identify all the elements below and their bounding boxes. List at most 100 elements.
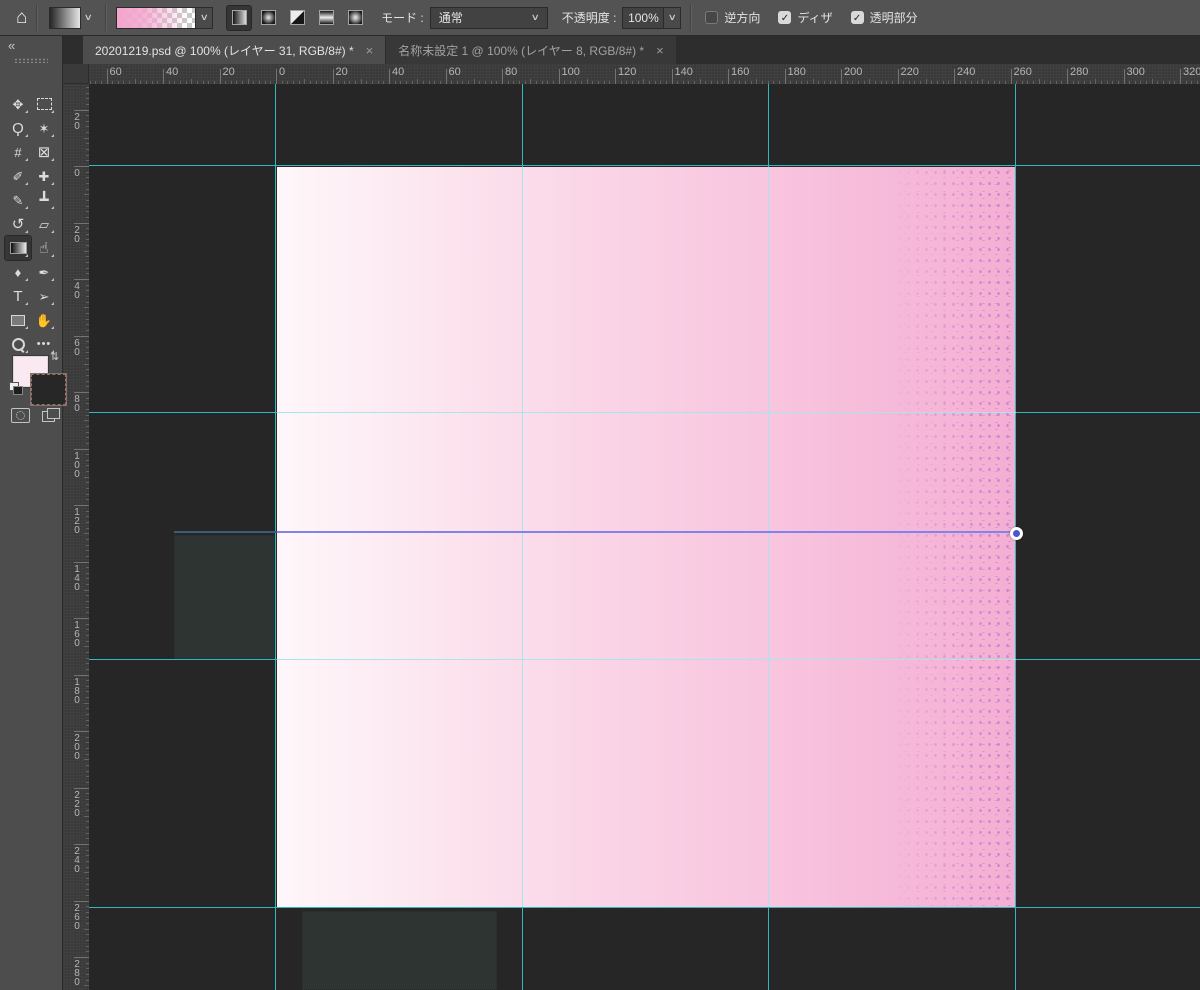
panel-drag-handle[interactable]: [14, 58, 48, 63]
quick-mask-icon[interactable]: [11, 408, 30, 423]
crop-tool[interactable]: #: [5, 140, 31, 164]
history-brush-tool-icon: ↺: [11, 215, 25, 233]
diamond-gradient-button[interactable]: [343, 6, 367, 30]
reverse-checkbox[interactable]: 逆方向: [705, 9, 760, 26]
swap-colors-icon[interactable]: ⇅: [50, 350, 59, 363]
guide-horizontal[interactable]: [89, 907, 1200, 908]
clone-stamp-tool[interactable]: ┻: [31, 188, 57, 212]
horizontal-ruler[interactable]: 60 40 20 0 20 40 60 80 100 120 140 160 180 200 220 240 2…: [89, 64, 1200, 84]
linear-gradient-button[interactable]: [226, 4, 253, 31]
dither-checkbox-box[interactable]: ✓: [778, 11, 792, 24]
smudge-tool[interactable]: ☝: [31, 236, 57, 260]
ruler-tick: [202, 81, 204, 84]
guide-horizontal[interactable]: [89, 659, 1200, 660]
ruler-tick: [86, 685, 89, 687]
ruler-tick: [778, 81, 780, 84]
ruler-tick: [1004, 81, 1006, 84]
brush-tool[interactable]: ✎: [5, 188, 31, 212]
gradient-picker-button[interactable]: ∨: [196, 6, 214, 29]
ruler-tick: [86, 86, 89, 88]
ruler-tick: [86, 120, 89, 122]
ruler-tick: [287, 81, 289, 84]
ruler-tick: [247, 79, 249, 84]
blur-tool[interactable]: ♦: [5, 260, 31, 284]
frame-tool[interactable]: ⊠: [31, 140, 57, 164]
history-brush-tool[interactable]: ↺: [5, 212, 31, 236]
ruler-label: 2 6 0: [74, 902, 80, 932]
radial-gradient-button[interactable]: [256, 6, 280, 30]
magic-wand-tool[interactable]: ✶: [31, 116, 57, 140]
document-tab[interactable]: 名称未設定 1 @ 100% (レイヤー 8, RGB/8#) * ×: [386, 36, 676, 64]
guide-vertical[interactable]: [275, 84, 276, 990]
canvas-area[interactable]: [89, 84, 1200, 990]
tool-preset-chevron-icon[interactable]: ∨: [84, 12, 93, 23]
ruler-corner[interactable]: [63, 64, 89, 84]
ruler-tick: [598, 81, 600, 84]
document-tab[interactable]: 20201219.psd @ 100% (レイヤー 31, RGB/8#) * ×: [83, 36, 386, 64]
ruler-tick: [86, 521, 89, 523]
ruler-tick: [270, 81, 272, 84]
angle-gradient-button[interactable]: [285, 6, 309, 30]
ruler-tick: [733, 81, 735, 84]
guide-horizontal[interactable]: [89, 165, 1200, 166]
marquee-tool[interactable]: [31, 92, 57, 116]
ruler-tick: [744, 81, 746, 84]
ruler-tick: [208, 81, 210, 84]
transparency-checkbox-box[interactable]: ✓: [850, 11, 864, 24]
home-icon[interactable]: ⌂: [16, 7, 27, 29]
move-tool[interactable]: ✥: [5, 92, 31, 116]
zoom-tool[interactable]: [5, 332, 31, 356]
opacity-value[interactable]: 100%: [622, 6, 665, 29]
ruler-tick: [86, 877, 89, 879]
gradient-drag-line[interactable]: [174, 531, 1016, 533]
eyedropper-tool[interactable]: ✐: [5, 164, 31, 188]
path-select-tool[interactable]: ➢: [31, 284, 57, 308]
tab-close-icon[interactable]: ×: [656, 43, 664, 58]
ruler-tick: [74, 674, 89, 676]
ruler-tick: [931, 81, 933, 84]
background-color-swatch[interactable]: [30, 373, 67, 406]
reverse-checkbox-box[interactable]: [705, 11, 719, 24]
marquee-tool-icon: [36, 98, 52, 110]
ruler-label: 1 4 0: [74, 563, 80, 593]
opacity-dropdown-button[interactable]: ∨: [664, 6, 682, 29]
default-colors-icon[interactable]: [9, 382, 23, 395]
ruler-tick: [84, 533, 89, 535]
shape-tool[interactable]: [5, 308, 31, 332]
guide-vertical[interactable]: [768, 84, 769, 990]
ruler-tick: [86, 567, 89, 569]
clone-stamp-tool-icon: ┻: [39, 191, 49, 209]
ruler-tick: [1010, 69, 1012, 84]
ruler-tick: [648, 81, 650, 84]
eraser-tool[interactable]: ▱: [31, 212, 57, 236]
vertical-ruler[interactable]: 2 0 0 2 0 4 0 6 0 8 0 1 0 0 1 2 0 1 4 0 1 6 0 1 8 …: [63, 84, 89, 990]
mode-select[interactable]: 通常 ∨: [429, 6, 548, 29]
collapse-panel-icon[interactable]: «: [8, 38, 15, 53]
dither-checkbox[interactable]: ✓ ディザ: [778, 9, 833, 26]
ruler-tick: [389, 69, 390, 84]
ruler-tick: [86, 205, 89, 207]
ruler-tick: [86, 668, 89, 670]
lasso-tool[interactable]: Ϙ: [5, 116, 31, 140]
tab-close-icon[interactable]: ×: [366, 43, 374, 58]
document-canvas[interactable]: [277, 167, 1016, 907]
healing-brush-tool[interactable]: ✚: [31, 164, 57, 188]
pasteboard-artifact: [174, 535, 275, 659]
ruler-tick: [530, 79, 532, 84]
type-tool[interactable]: T: [5, 284, 31, 308]
ruler-tick: [366, 81, 368, 84]
tool-preset-thumbnail[interactable]: [49, 6, 82, 29]
hand-tool[interactable]: ✋: [31, 308, 57, 332]
screen-mode-icon[interactable]: [42, 408, 60, 422]
reflected-gradient-button[interactable]: [314, 6, 338, 30]
gradient-endpoint-handle[interactable]: [1010, 527, 1023, 540]
transparency-checkbox[interactable]: ✓ 透明部分: [850, 9, 918, 26]
guide-horizontal[interactable]: [89, 412, 1200, 413]
gradient-preview[interactable]: [116, 6, 197, 29]
guide-vertical[interactable]: [522, 84, 523, 990]
gradient-tool[interactable]: [4, 235, 32, 261]
ruler-tick: [405, 81, 407, 84]
pen-tool[interactable]: ✒: [31, 260, 57, 284]
ruler-tick: [100, 81, 102, 84]
ruler-tick: [1027, 81, 1029, 84]
